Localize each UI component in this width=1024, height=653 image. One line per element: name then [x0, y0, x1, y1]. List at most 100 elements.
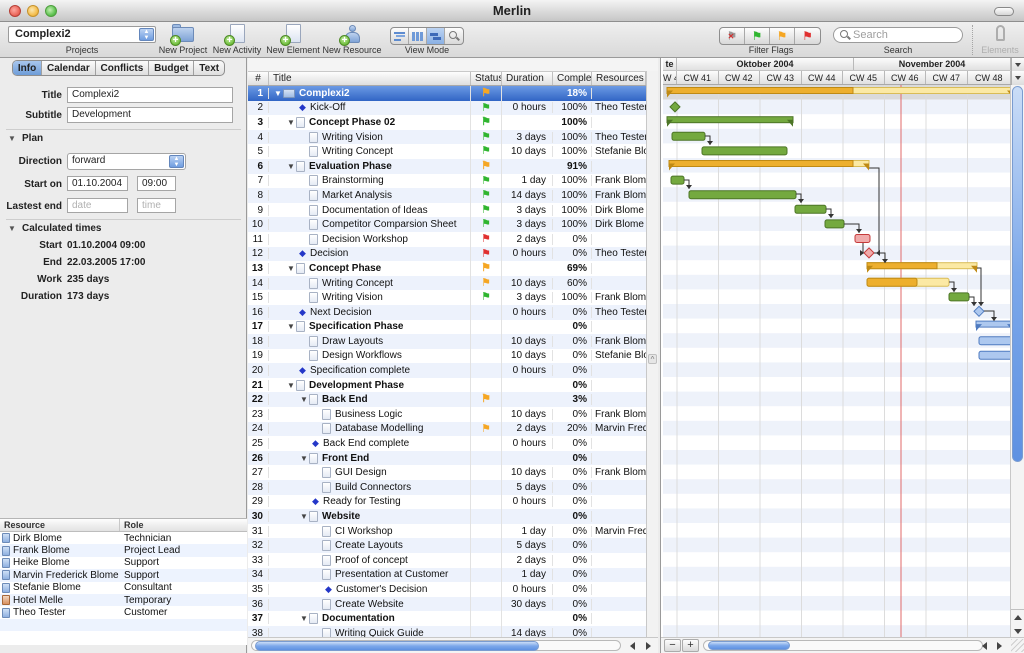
gantt-week-dropdown-button[interactable]	[1011, 71, 1024, 85]
gantt-vertical-scrollbar[interactable]	[1010, 85, 1024, 637]
task-row-13[interactable]: 13▼Concept Phase⚑69%	[248, 261, 646, 276]
view-outline-button[interactable]	[391, 28, 409, 44]
week-cell[interactable]: CW 47	[926, 71, 968, 84]
week-cell[interactable]: CW 44	[802, 71, 844, 84]
gantt-horizontal-scrollbar[interactable]	[703, 640, 983, 651]
filter-no-flag-button[interactable]: ⚑	[720, 28, 745, 44]
resource-row[interactable]: Hotel MelleTemporary	[0, 594, 247, 606]
toolbar-toggle-button[interactable]	[994, 7, 1014, 16]
vscroll-thumb[interactable]	[1012, 86, 1023, 462]
hscroll-thumb[interactable]	[255, 641, 539, 651]
title-field[interactable]: Complexi2	[67, 87, 233, 103]
task-row-23[interactable]: 23Business Logic10 days0%Frank Blome	[248, 407, 646, 422]
elements-button[interactable]	[980, 24, 1020, 44]
task-row-12[interactable]: 12◆Decision⚑0 hours0%Theo Tester	[248, 247, 646, 262]
task-row-35[interactable]: 35◆Customer's Decision0 hours0%	[248, 582, 646, 597]
task-row-17[interactable]: 17▼Specification Phase0%	[248, 320, 646, 335]
resource-row[interactable]: Theo TesterCustomer	[0, 606, 247, 618]
disclosure-triangle-icon[interactable]: ▼	[286, 322, 296, 331]
start-time-field[interactable]: 09:00	[137, 176, 176, 191]
resource-row[interactable]: Stefanie BlomeConsultant	[0, 582, 247, 594]
task-row-36[interactable]: 36Create Website30 days0%	[248, 597, 646, 612]
disclosure-triangle-icon[interactable]: ▼	[299, 454, 309, 463]
view-columns-button[interactable]	[409, 28, 427, 44]
task-row-37[interactable]: 37▼Documentation0%	[248, 611, 646, 626]
filter-orange-flag-button[interactable]: ⚑	[770, 28, 795, 44]
new-resource-button[interactable]: +	[337, 24, 367, 44]
week-cell[interactable]: CW 48	[968, 71, 1012, 84]
week-cell[interactable]: CW 46	[885, 71, 927, 84]
resource-row[interactable]: Dirk BlomeTechnician	[0, 532, 247, 544]
disclosure-triangle-icon[interactable]: ▼	[299, 395, 309, 404]
task-row-22[interactable]: 22▼Back End⚑3%	[248, 392, 646, 407]
resource-row[interactable]: Marvin Frederick BlomeSupport	[0, 569, 247, 581]
tab-budget[interactable]: Budget	[149, 61, 194, 75]
zoom-out-button[interactable]: −	[664, 639, 681, 652]
table-horizontal-scrollbar[interactable]	[248, 637, 658, 653]
task-row-14[interactable]: 14Writing Concept⚑10 days60%	[248, 276, 646, 291]
task-row-18[interactable]: 18Draw Layouts10 days0%Frank Blome	[248, 334, 646, 349]
project-selector[interactable]: Complexi2 ▲▼	[8, 26, 156, 43]
view-search-button[interactable]	[445, 28, 463, 44]
lastest-end-date-field[interactable]: date	[67, 198, 128, 213]
task-row-26[interactable]: 26▼Front End0%	[248, 451, 646, 466]
plan-disclosure-triangle[interactable]: ▼	[8, 134, 16, 143]
title-bar[interactable]: Merlin	[0, 0, 1024, 22]
disclosure-triangle-icon[interactable]: ▼	[286, 381, 296, 390]
task-row-15[interactable]: 15Writing Vision⚑3 days100%Frank Blome	[248, 290, 646, 305]
task-row-31[interactable]: 31CI Workshop1 day0%Marvin Freder	[248, 524, 646, 539]
tab-text[interactable]: Text	[194, 61, 224, 75]
task-row-4[interactable]: 4Writing Vision⚑3 days100%Theo Tester	[248, 130, 646, 145]
new-element-button[interactable]: +	[278, 24, 308, 44]
task-row-8[interactable]: 8Market Analysis⚑14 days100%Frank Blome	[248, 188, 646, 203]
gantt-hscroll-thumb[interactable]	[708, 641, 790, 650]
column-header-duration[interactable]: Duration	[502, 72, 553, 85]
task-row-16[interactable]: 16◆Next Decision0 hours0%Theo Tester	[248, 305, 646, 320]
calculated-disclosure-triangle[interactable]: ▼	[8, 224, 16, 233]
scroll-right-button[interactable]	[640, 640, 656, 652]
filter-green-flag-button[interactable]: ⚑	[745, 28, 770, 44]
tab-calendar[interactable]: Calendar	[42, 61, 96, 75]
disclosure-triangle-icon[interactable]: ▼	[273, 89, 283, 98]
week-cell[interactable]: CW 42	[719, 71, 761, 84]
task-row-9[interactable]: 9Documentation of Ideas⚑3 days100%Dirk B…	[248, 203, 646, 218]
week-cell[interactable]: CW 43	[760, 71, 802, 84]
search-input[interactable]: Search	[833, 27, 963, 43]
task-row-7[interactable]: 7Brainstorming⚑1 day100%Frank Blome;	[248, 174, 646, 189]
resource-column-header[interactable]: Resource	[0, 519, 120, 531]
task-row-3[interactable]: 3▼Concept Phase 02⚑100%	[248, 115, 646, 130]
column-header-complet[interactable]: Complet	[553, 72, 592, 85]
task-row-27[interactable]: 27GUI Design10 days0%Frank Blome	[248, 465, 646, 480]
task-row-33[interactable]: 33Proof of concept2 days0%	[248, 553, 646, 568]
new-project-button[interactable]: +	[168, 24, 198, 44]
task-row-1[interactable]: 1▼Complexi2⚑18%	[248, 86, 646, 101]
gantt-header-dropdown-button[interactable]	[1011, 58, 1024, 71]
scroll-left-button[interactable]	[624, 640, 640, 652]
view-gantt-button[interactable]	[427, 28, 445, 44]
task-row-10[interactable]: 10Competitor Comparsion Sheet⚑3 days100%…	[248, 217, 646, 232]
column-header-num[interactable]: #	[248, 72, 269, 85]
task-row-21[interactable]: 21▼Development Phase0%	[248, 378, 646, 393]
task-row-5[interactable]: 5Writing Concept⚑10 days100%Stefanie Blo…	[248, 144, 646, 159]
task-row-2[interactable]: 2◆Kick-Off⚑0 hours100%Theo Tester	[248, 101, 646, 116]
gantt-chart[interactable]	[663, 85, 1011, 637]
column-header-resources[interactable]: Resources	[592, 72, 646, 85]
task-row-24[interactable]: 24Database Modelling⚑2 days20%Marvin Fre…	[248, 422, 646, 437]
task-row-38[interactable]: 38Writing Quick Guide14 days0%	[248, 626, 646, 637]
week-cell[interactable]: CW 41	[677, 71, 719, 84]
role-column-header[interactable]: Role	[120, 519, 247, 531]
disclosure-triangle-icon[interactable]: ▼	[299, 512, 309, 521]
start-date-field[interactable]: 01.10.2004	[67, 176, 128, 191]
gantt-scroll-right-button[interactable]	[992, 640, 1007, 652]
resize-grip[interactable]	[1011, 639, 1024, 652]
lastest-end-time-field[interactable]: time	[137, 198, 176, 213]
filter-red-flag-button[interactable]: ⚑	[795, 28, 820, 44]
resource-row[interactable]: Frank BlomeProject Lead	[0, 544, 247, 556]
task-row-20[interactable]: 20◆Specification complete0 hours0%	[248, 363, 646, 378]
task-row-19[interactable]: 19Design Workflows10 days0%Stefanie Blom	[248, 349, 646, 364]
resource-row[interactable]: Heike BlomeSupport	[0, 557, 247, 569]
task-row-34[interactable]: 34Presentation at Customer1 day0%	[248, 568, 646, 583]
week-cell[interactable]: W 40	[663, 71, 677, 84]
table-vertical-scrollbar[interactable]: ^	[646, 71, 658, 637]
zoom-in-button[interactable]: +	[682, 639, 699, 652]
